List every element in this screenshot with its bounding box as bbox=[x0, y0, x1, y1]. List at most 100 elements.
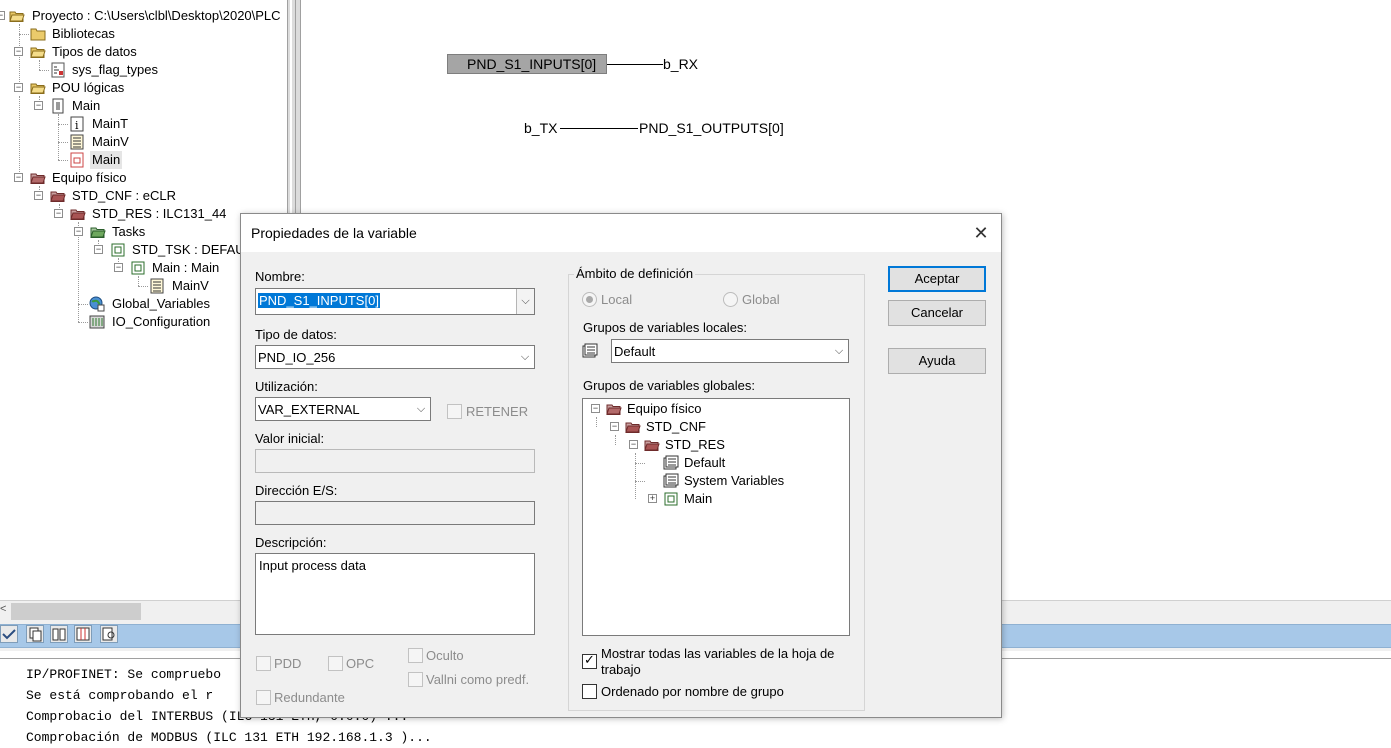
tree-item-label: MainT bbox=[92, 116, 129, 131]
scope-local-radio[interactable] bbox=[582, 292, 597, 307]
copy-icon[interactable] bbox=[26, 625, 44, 643]
expand-toggle-icon[interactable]: + bbox=[648, 494, 657, 503]
collapse-toggle-icon[interactable]: − bbox=[610, 422, 619, 431]
message-line: Comprobación de MODBUS (ILC 131 ETH 192.… bbox=[26, 730, 432, 745]
global-tree-item-std-res[interactable]: − STD_RES bbox=[583, 436, 849, 454]
tree-item-maint[interactable]: i MainT bbox=[0, 115, 287, 133]
build-icon[interactable] bbox=[0, 625, 18, 643]
tree-item-data-types[interactable]: − Tipos de datos bbox=[0, 43, 287, 61]
collapse-toggle-icon[interactable]: − bbox=[0, 11, 5, 20]
hidden-checkbox[interactable] bbox=[408, 648, 423, 663]
show-all-checkbox[interactable]: ✓ bbox=[582, 652, 597, 669]
local-group-value: Default bbox=[614, 344, 656, 359]
tree-item-sys-flag-types[interactable]: sys_flag_types bbox=[0, 61, 287, 79]
tree-item-libraries[interactable]: Bibliotecas bbox=[0, 25, 287, 43]
library-icon[interactable] bbox=[50, 625, 68, 643]
collapse-toggle-icon[interactable]: − bbox=[74, 227, 83, 236]
hardware-folder-icon bbox=[606, 404, 622, 415]
scroll-left-icon[interactable]: < bbox=[0, 603, 6, 615]
tree-item-label: Tipos de datos bbox=[52, 44, 137, 59]
scope-global-label: Global bbox=[742, 292, 780, 307]
tree-item-label: POU lógicas bbox=[52, 80, 125, 95]
show-all-label: Mostrar todas las variables de la hoja d… bbox=[601, 646, 835, 661]
collapse-toggle-icon[interactable]: − bbox=[34, 101, 43, 110]
cancel-button[interactable]: Cancelar bbox=[888, 300, 986, 326]
collapse-toggle-icon[interactable]: − bbox=[114, 263, 123, 272]
chevron-down-icon[interactable]: ⌵ bbox=[516, 289, 534, 314]
io-address-label: Dirección E/S: bbox=[255, 483, 338, 498]
collapse-toggle-icon[interactable]: − bbox=[629, 440, 638, 449]
ok-button[interactable]: Aceptar bbox=[888, 266, 986, 292]
scope-global-radio[interactable] bbox=[723, 292, 738, 307]
global-tree-item-hardware[interactable]: − Equipo físico bbox=[583, 400, 849, 418]
usage-combobox[interactable]: VAR_EXTERNAL ⌵ bbox=[255, 397, 431, 421]
global-tree-item-std-cnf[interactable]: − STD_CNF bbox=[583, 418, 849, 436]
columns-icon[interactable] bbox=[74, 625, 92, 643]
name-value[interactable]: PND_S1_INPUTS[0] bbox=[258, 293, 380, 308]
io-address-input[interactable] bbox=[255, 501, 535, 525]
description-textarea[interactable]: Input process data bbox=[255, 553, 535, 635]
find-icon[interactable] bbox=[100, 625, 118, 643]
tree-item-label: MainV bbox=[172, 278, 209, 293]
retain-checkbox[interactable] bbox=[447, 404, 462, 419]
tree-item-hardware[interactable]: − Equipo físico bbox=[0, 169, 287, 187]
opc-checkbox[interactable] bbox=[328, 656, 343, 671]
collapse-toggle-icon[interactable]: − bbox=[54, 209, 63, 218]
folder-icon bbox=[30, 28, 46, 41]
tasks-folder-icon bbox=[90, 227, 106, 238]
tree-item-pou[interactable]: − POU lógicas bbox=[0, 79, 287, 97]
collapse-toggle-icon[interactable]: − bbox=[14, 173, 23, 182]
datatype-combobox[interactable]: PND_IO_256 ⌵ bbox=[255, 345, 535, 369]
collapse-toggle-icon[interactable]: − bbox=[94, 245, 103, 254]
tree-item-label: Main bbox=[90, 151, 123, 169]
tree-item-main-pou[interactable]: − Main bbox=[0, 97, 287, 115]
global-groups-tree[interactable]: − Equipo físico − STD_CNF − STD_RES Defa… bbox=[582, 398, 850, 636]
usage-label: Utilización: bbox=[255, 379, 318, 394]
redundant-checkbox[interactable] bbox=[256, 690, 271, 705]
output-source-label[interactable]: b_TX bbox=[524, 120, 557, 136]
pou-icon bbox=[52, 98, 64, 114]
scrollbar-thumb[interactable] bbox=[11, 603, 141, 620]
collapse-toggle-icon[interactable]: − bbox=[14, 47, 23, 56]
chevron-down-icon[interactable]: ⌵ bbox=[412, 398, 430, 420]
help-button[interactable]: Ayuda bbox=[888, 348, 986, 374]
global-variables-icon bbox=[89, 296, 105, 312]
tree-item-project[interactable]: − Proyecto : C:\Users\clbl\Desktop\2020\… bbox=[0, 7, 287, 25]
description-value: Input process data bbox=[259, 558, 366, 573]
connection-line bbox=[560, 128, 638, 129]
collapse-toggle-icon[interactable]: − bbox=[34, 191, 43, 200]
name-label: Nombre: bbox=[255, 269, 305, 284]
local-groups-combobox[interactable]: Default ⌵ bbox=[611, 339, 849, 363]
tree-item-label: STD_CNF bbox=[646, 419, 706, 434]
datatype-label: Tipo de datos: bbox=[255, 327, 337, 342]
initial-value-input[interactable] bbox=[255, 449, 535, 473]
pdd-label: PDD bbox=[274, 656, 302, 671]
global-tree-item-default[interactable]: Default bbox=[583, 454, 849, 472]
folder-open-icon bbox=[9, 11, 25, 22]
name-combobox[interactable]: PND_S1_INPUTS[0] ⌵ bbox=[255, 288, 535, 315]
sort-by-group-checkbox[interactable] bbox=[582, 684, 597, 699]
collapse-toggle-icon[interactable]: − bbox=[591, 404, 600, 413]
input-variable-label[interactable]: PND_S1_INPUTS[0] bbox=[467, 56, 596, 72]
tree-item-main-code[interactable]: Main bbox=[0, 151, 287, 169]
retain-label: RETENER bbox=[466, 404, 529, 419]
chevron-down-icon[interactable]: ⌵ bbox=[516, 346, 534, 368]
dialog-titlebar[interactable]: Propiedades de la variable ✕ bbox=[241, 214, 1001, 252]
tree-item-label: STD_RES : ILC131_44 bbox=[92, 206, 227, 221]
folder-open-icon bbox=[30, 47, 46, 58]
scope-groupbox-title: Ámbito de definición bbox=[574, 266, 696, 281]
show-all-label-continued: trabajo bbox=[601, 662, 641, 677]
tree-item-std-cnf[interactable]: − STD_CNF : eCLR bbox=[0, 187, 287, 205]
tree-item-mainv[interactable]: MainV bbox=[0, 133, 287, 151]
description-label: Descripción: bbox=[255, 535, 327, 550]
chevron-down-icon[interactable]: ⌵ bbox=[830, 340, 848, 362]
default-init-checkbox[interactable] bbox=[408, 672, 423, 687]
task-icon bbox=[111, 243, 125, 257]
close-icon[interactable]: ✕ bbox=[967, 219, 995, 247]
pdd-checkbox[interactable] bbox=[256, 656, 271, 671]
collapse-toggle-icon[interactable]: − bbox=[14, 83, 23, 92]
output-variable-label[interactable]: PND_S1_OUTPUTS[0] bbox=[639, 120, 784, 136]
input-target-label[interactable]: b_RX bbox=[663, 56, 698, 72]
global-tree-item-main[interactable]: + Main bbox=[583, 490, 849, 508]
global-tree-item-system-variables[interactable]: System Variables bbox=[583, 472, 849, 490]
